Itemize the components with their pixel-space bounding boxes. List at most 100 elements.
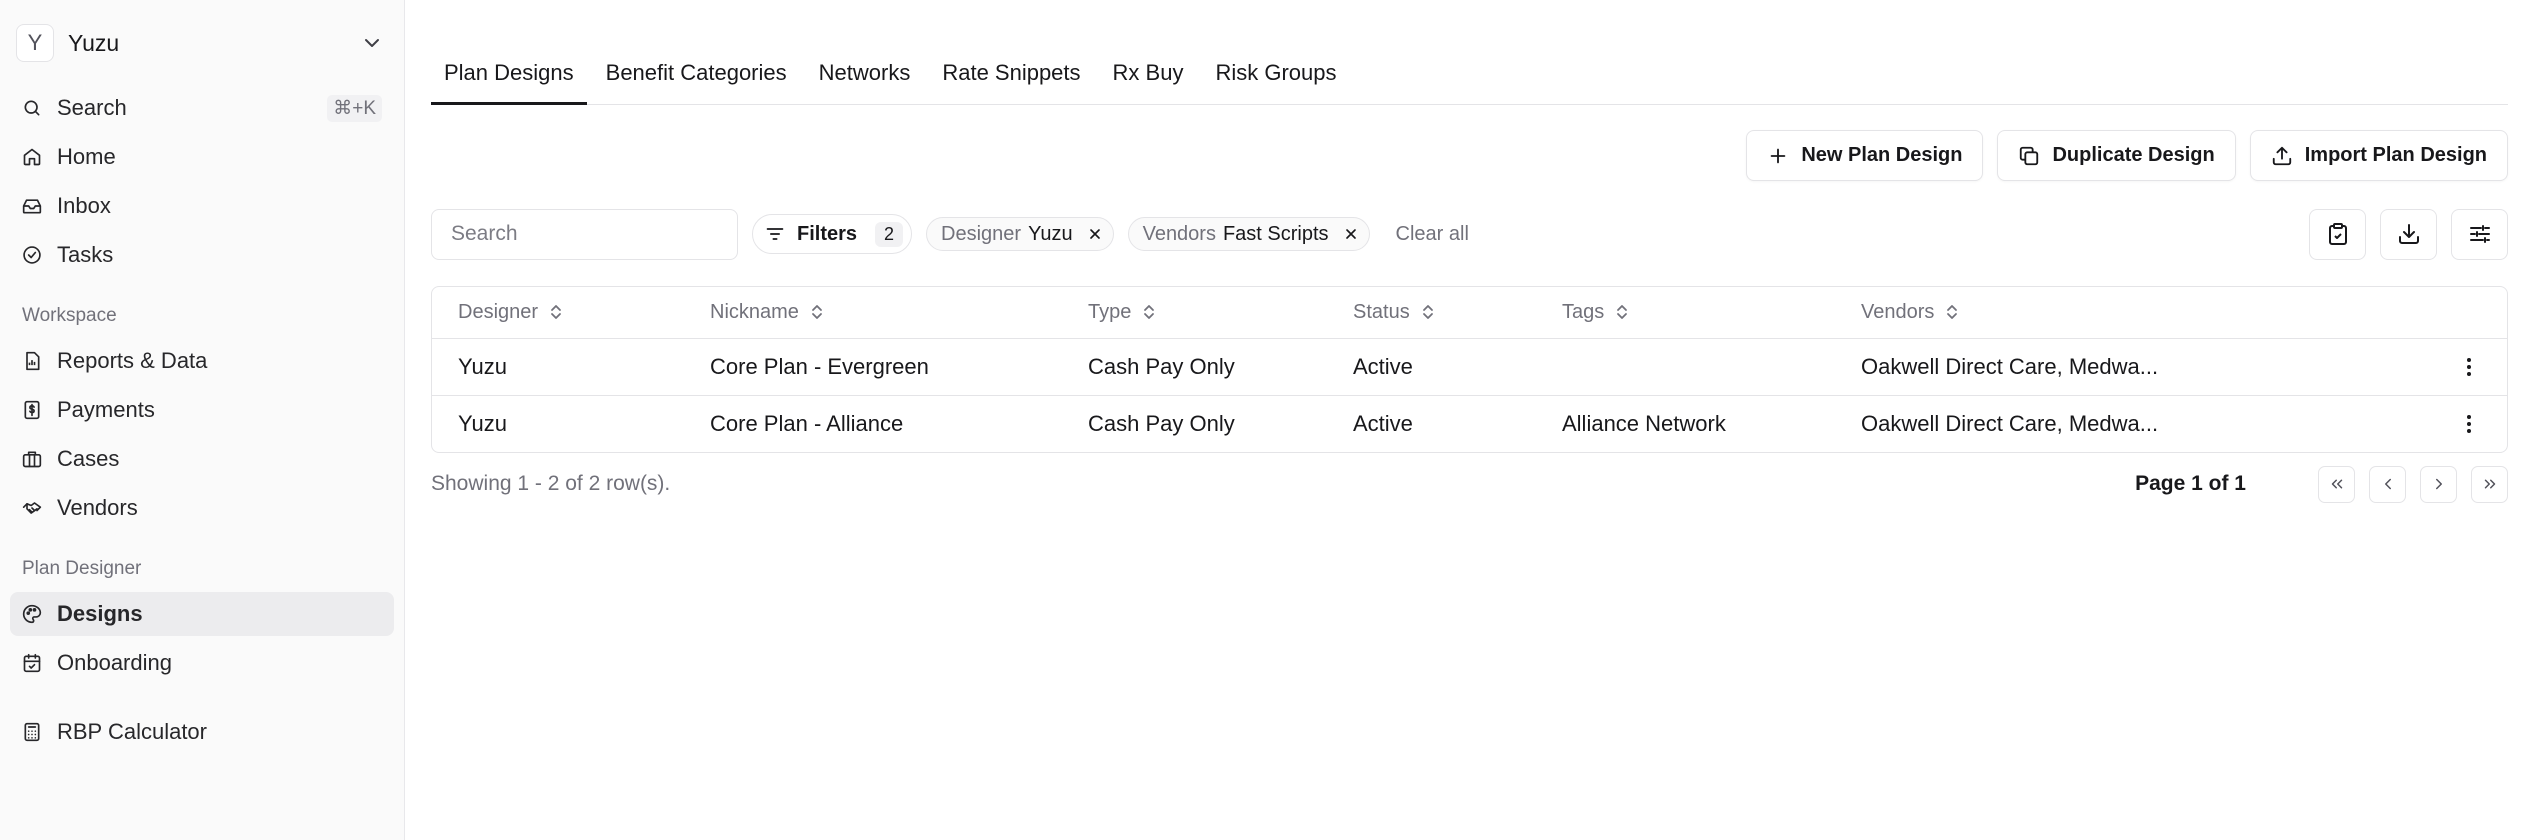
column-header-designer[interactable]: Designer xyxy=(432,287,684,339)
clear-all-button[interactable]: Clear all xyxy=(1396,223,1469,246)
sidebar-item-cases[interactable]: Cases xyxy=(10,437,394,481)
tab-rx-buy[interactable]: Rx Buy xyxy=(1100,60,1197,105)
filter-lines-icon xyxy=(766,228,784,240)
sort-icon xyxy=(812,305,822,320)
org-avatar: Y xyxy=(16,24,54,62)
column-label: Status xyxy=(1353,300,1410,323)
sidebar-item-label: Tasks xyxy=(57,242,114,267)
sidebar-item-label: Vendors xyxy=(57,495,138,520)
sidebar-item-payments[interactable]: Payments xyxy=(10,388,394,432)
sidebar-item-inbox[interactable]: Inbox xyxy=(10,184,394,228)
clipboard-icon xyxy=(2328,223,2347,245)
close-icon[interactable] xyxy=(1087,226,1103,242)
sidebar-item-designs[interactable]: Designs xyxy=(10,592,394,636)
sidebar-item-label: Designs xyxy=(57,601,143,626)
button-label: Import Plan Design xyxy=(2304,144,2487,166)
row-count-text: Showing 1 - 2 of 2 row(s). xyxy=(431,472,671,495)
new-plan-design-button[interactable]: New Plan Design xyxy=(1746,130,1984,181)
column-header-type[interactable]: Type xyxy=(1062,287,1327,339)
cell-tags xyxy=(1536,338,1835,396)
import-plan-design-button[interactable]: Import Plan Design xyxy=(2249,130,2508,181)
org-switcher[interactable]: Y Yuzu xyxy=(10,18,394,68)
section-title-workspace: Workspace xyxy=(22,305,117,326)
table-header-row: Designer Nickname Type Status Tags Vendo… xyxy=(432,287,2507,339)
section-title-plan-designer: Plan Designer xyxy=(22,558,142,579)
chevrons-left-icon xyxy=(2331,479,2342,489)
next-page-button[interactable] xyxy=(2420,465,2457,503)
chevron-right-icon xyxy=(2435,478,2442,490)
sidebar-item-rbp-calculator[interactable]: RBP Calculator xyxy=(10,710,394,754)
tab-networks[interactable]: Networks xyxy=(806,60,924,105)
filters-button[interactable]: Filters 2 xyxy=(752,214,913,254)
table-row[interactable]: Yuzu Core Plan - Evergreen Cash Pay Only… xyxy=(432,338,2507,396)
sidebar: Y Yuzu Search ⌘+K Home Inbox Tasks Works… xyxy=(0,0,405,840)
table-footer: Showing 1 - 2 of 2 row(s). Page 1 of 1 xyxy=(431,453,2508,515)
cell-designer: Yuzu xyxy=(432,338,684,396)
duplicate-design-button[interactable]: Duplicate Design xyxy=(1997,130,2236,181)
filters-label: Filters xyxy=(797,222,858,245)
tab-benefit-categories[interactable]: Benefit Categories xyxy=(593,60,800,105)
pagination xyxy=(2318,465,2508,503)
column-header-tags[interactable]: Tags xyxy=(1536,287,1835,339)
column-settings-button[interactable] xyxy=(2451,208,2508,260)
upload-icon xyxy=(2272,146,2291,165)
sidebar-item-vendors[interactable]: Vendors xyxy=(10,486,394,530)
filter-chip-designer: Designer Yuzu xyxy=(926,217,1114,251)
handshake-icon xyxy=(22,502,42,514)
briefcase-icon xyxy=(22,451,42,468)
tab-rate-snippets[interactable]: Rate Snippets xyxy=(929,60,1093,105)
search-input[interactable] xyxy=(431,208,738,260)
column-header-nickname[interactable]: Nickname xyxy=(684,287,1062,339)
column-header-actions xyxy=(2407,287,2507,339)
tab-plan-designs[interactable]: Plan Designs xyxy=(431,60,587,105)
close-icon[interactable] xyxy=(1343,226,1359,242)
column-header-status[interactable]: Status xyxy=(1327,287,1536,339)
more-vertical-icon[interactable] xyxy=(2457,412,2481,436)
cell-status: Active xyxy=(1327,338,1536,396)
cell-nickname: Core Plan - Evergreen xyxy=(684,338,1062,396)
cell-actions xyxy=(2407,338,2507,396)
filters-count-badge: 2 xyxy=(875,221,904,247)
previous-page-button[interactable] xyxy=(2369,465,2406,503)
inbox-icon xyxy=(22,199,42,214)
cell-vendors: Oakwell Direct Care, Medwa... xyxy=(1835,338,2407,396)
action-bar: New Plan Design Duplicate Design Import … xyxy=(431,130,2508,182)
first-page-button[interactable] xyxy=(2318,465,2355,503)
calculator-icon xyxy=(24,722,40,742)
plus-icon xyxy=(1770,148,1786,163)
cell-type: Cash Pay Only xyxy=(1088,410,1235,436)
sidebar-item-label: Reports & Data xyxy=(57,348,208,373)
sort-icon xyxy=(1617,305,1628,320)
tab-risk-groups[interactable]: Risk Groups xyxy=(1202,60,1349,105)
sidebar-item-label: Search xyxy=(57,95,127,120)
chip-value: Fast Scripts xyxy=(1222,222,1329,245)
sidebar-item-onboarding[interactable]: Onboarding xyxy=(10,641,394,685)
sort-icon xyxy=(1947,305,1958,320)
last-page-button[interactable] xyxy=(2471,465,2508,503)
cell-tags: Alliance Network xyxy=(1562,410,1726,436)
sidebar-item-reports[interactable]: Reports & Data xyxy=(10,339,394,383)
sidebar-item-search[interactable]: Search ⌘+K xyxy=(10,86,394,130)
more-vertical-icon[interactable] xyxy=(2457,355,2481,379)
sidebar-item-label: RBP Calculator xyxy=(57,719,207,744)
chevrons-right-icon xyxy=(2484,479,2495,489)
sliders-icon xyxy=(2469,225,2490,243)
sidebar-item-home[interactable]: Home xyxy=(10,135,394,179)
column-header-vendors[interactable]: Vendors xyxy=(1835,287,2407,339)
download-button[interactable] xyxy=(2380,208,2437,260)
sort-icon xyxy=(1144,305,1155,320)
sidebar-item-label: Payments xyxy=(57,397,155,422)
sort-icon xyxy=(1422,305,1433,320)
shortcut-hint: ⌘+K xyxy=(327,94,382,122)
plan-designs-table: Designer Nickname Type Status Tags Vendo… xyxy=(431,286,2508,453)
column-label: Nickname xyxy=(710,300,799,323)
sidebar-item-tasks[interactable]: Tasks xyxy=(10,233,394,277)
clipboard-button[interactable] xyxy=(2309,208,2366,260)
table-row[interactable]: Yuzu Core Plan - Alliance Cash Pay Only … xyxy=(432,395,2507,452)
sidebar-item-label: Home xyxy=(57,144,116,169)
cell-vendors: Oakwell Direct Care, Medwa... xyxy=(1861,410,2159,436)
column-label: Tags xyxy=(1562,300,1605,323)
palette-icon xyxy=(22,604,42,624)
download-icon xyxy=(2398,224,2419,244)
button-label: New Plan Design xyxy=(1801,144,1963,166)
